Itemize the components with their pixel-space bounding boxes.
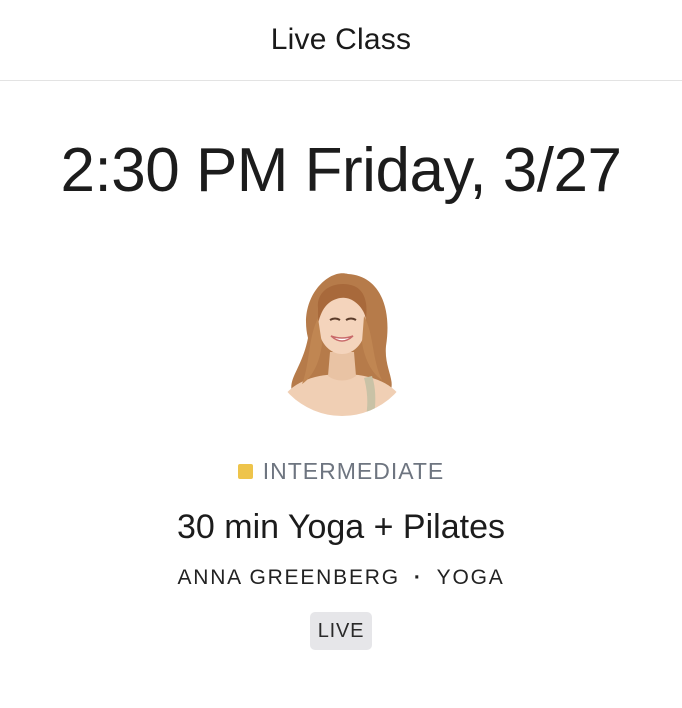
meta-separator: · [413, 566, 423, 589]
difficulty-level: INTERMEDIATE [0, 458, 682, 485]
instructor-avatar [268, 268, 416, 416]
instructor-photo-icon [268, 268, 416, 416]
header-bar: Live Class [0, 0, 682, 81]
class-meta: ANNA GREENBERG · YOGA [0, 566, 682, 590]
class-category: YOGA [436, 566, 505, 589]
class-title: 30 min Yoga + Pilates [177, 508, 505, 546]
page-title: Live Class [270, 23, 412, 56]
level-indicator-icon [237, 464, 253, 479]
status-badge-row: LIVE [0, 612, 682, 650]
level-label: INTERMEDIATE [262, 458, 445, 484]
class-datetime: 2:30 PM Friday, 3/27 [60, 136, 622, 205]
instructor-name[interactable]: ANNA GREENBERG [177, 566, 399, 590]
live-status-badge: LIVE [309, 612, 373, 650]
